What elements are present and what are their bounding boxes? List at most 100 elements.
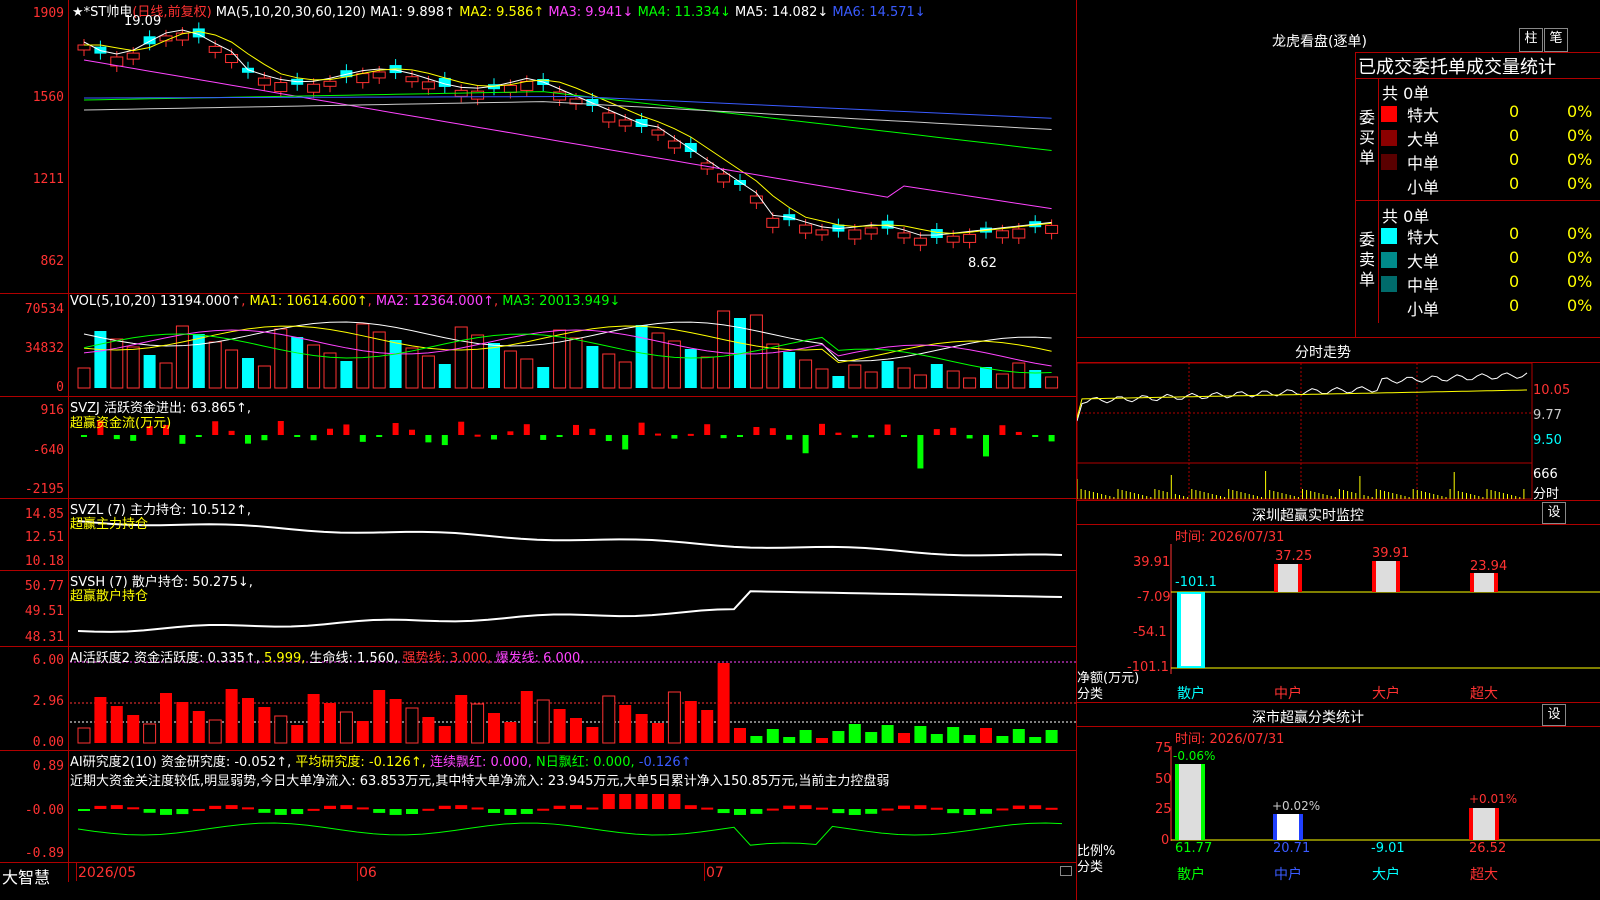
x-label: 2026/05 xyxy=(78,865,137,881)
main-kline-panel[interactable]: ★*ST帅电(日线,前复权) MA(5,10,20,30,60,120) MA1… xyxy=(0,0,1076,293)
candle xyxy=(897,232,911,239)
activity-bar xyxy=(734,728,746,743)
activity-bar xyxy=(307,694,320,743)
activity-bar xyxy=(488,713,500,743)
volume-chart[interactable] xyxy=(0,294,1076,396)
x-label: 07 xyxy=(706,865,724,881)
flow-bar xyxy=(179,435,186,444)
buy-order-label: 委买单 xyxy=(1359,108,1376,167)
activity-bar xyxy=(816,738,828,743)
x-label: 06 xyxy=(359,865,377,881)
research-bar xyxy=(898,805,910,809)
flow-bar xyxy=(540,435,547,440)
volume-bar xyxy=(995,373,1009,389)
y-tick: 862 xyxy=(40,254,64,269)
sz-bar xyxy=(1474,573,1494,592)
price-line xyxy=(1077,372,1528,422)
buy-color-swatch xyxy=(1381,178,1397,194)
activity-bar xyxy=(324,703,336,743)
brand-logo: 大智慧 xyxy=(2,868,51,887)
flow-bar xyxy=(901,435,907,437)
sell-order-label: 委卖单 xyxy=(1359,230,1376,289)
flow-bar xyxy=(130,435,137,441)
volume-bar xyxy=(1012,362,1026,389)
candle xyxy=(766,217,780,228)
ss-y: 75 xyxy=(1155,741,1172,756)
volume-bar xyxy=(77,367,91,389)
candle xyxy=(307,83,321,93)
y-tick: 2.96 xyxy=(32,694,64,709)
right-panel: 龙虎看盘(逐单) 柱 笔 已成交委托单成交量统计 委买单 共 0单 委卖单 共 … xyxy=(1077,0,1600,900)
research-avg-line xyxy=(77,822,1063,846)
activity-bar xyxy=(586,727,599,743)
kline-chart[interactable] xyxy=(0,0,1076,293)
ss-stats-title: 深市超赢分类统计 xyxy=(1252,710,1364,726)
buy-color-swatch xyxy=(1381,154,1397,170)
sz-y: 39.91 xyxy=(1133,555,1171,570)
sell-row-name: 特大 xyxy=(1407,228,1440,247)
activity-bar xyxy=(914,726,927,743)
research-bar xyxy=(455,805,468,809)
candle xyxy=(421,81,435,90)
ai-activity-v2: 5.999, xyxy=(264,651,306,666)
activity-bar xyxy=(192,711,205,743)
flow-bar xyxy=(409,429,415,435)
flow-bar xyxy=(81,435,87,437)
ma5-value: MA5: 14.082↓ xyxy=(734,5,829,20)
volume-bar xyxy=(848,364,862,389)
tick-mode-button[interactable]: 笔 xyxy=(1544,28,1568,52)
sell-row-count: 0 xyxy=(1509,296,1520,315)
research-bar xyxy=(848,809,861,815)
ss-category: 超大 xyxy=(1470,867,1498,883)
ss-bar xyxy=(1277,814,1299,840)
y-tick: 1211 xyxy=(32,172,64,187)
activity-bar xyxy=(422,717,435,743)
activity-bar xyxy=(258,707,271,743)
ai-activity-panel[interactable]: AI活跃度2 资金活跃度: 0.335↑, 5.999, 生命线: 1.560,… xyxy=(0,647,1076,750)
svzl-panel[interactable]: SVZL (7) 主力持仓: 10.512↑, 超赢主力持仓 14.85 12.… xyxy=(0,499,1076,570)
research-bar xyxy=(258,809,271,813)
y-tick: -640 xyxy=(32,443,64,458)
svzj-panel[interactable]: SVZJ 活跃资金进出: 63.865↑, 超赢资金流(万元) 916 -640… xyxy=(0,397,1076,498)
flow-bar xyxy=(523,424,530,435)
ss-y: 0 xyxy=(1161,833,1170,848)
svsh-panel[interactable]: SVSH (7) 散户持仓: 50.275↓, 超赢散户持仓 50.77 49.… xyxy=(0,571,1076,646)
sz-bar-label: 39.91 xyxy=(1372,546,1410,561)
bar-mode-button[interactable]: 柱 xyxy=(1519,28,1543,52)
volume-bar xyxy=(537,367,550,388)
ss-category: 散户 xyxy=(1177,867,1205,883)
volume-bar xyxy=(1045,376,1059,389)
sz-settings-button[interactable]: 设 xyxy=(1542,502,1566,524)
research-bar xyxy=(652,794,664,809)
flow-bar xyxy=(474,434,481,437)
research-bar xyxy=(340,805,353,809)
buy-row-count: 0 xyxy=(1509,102,1520,121)
lock-icon[interactable] xyxy=(1060,866,1072,876)
candle xyxy=(635,119,648,127)
research-bar xyxy=(307,808,320,811)
ss-settings-button[interactable]: 设 xyxy=(1542,704,1566,726)
research-bar xyxy=(242,807,254,810)
svzj-sub: 超赢资金流(万元) xyxy=(70,416,172,431)
volume-bar xyxy=(586,346,599,388)
activity-bar xyxy=(865,732,878,743)
sz-monitor-chart[interactable] xyxy=(1077,524,1600,702)
intraday-chart[interactable] xyxy=(1077,363,1600,500)
volume-bar xyxy=(553,329,567,389)
ai-research-panel[interactable]: AI研究度2(10) 资金研究度: -0.052↑, 平均研究度: -0.126… xyxy=(0,751,1076,862)
sz-category: 散户 xyxy=(1177,686,1205,702)
activity-bar xyxy=(553,709,566,743)
activity-bar xyxy=(832,731,845,743)
buy-row-percent: 0% xyxy=(1567,150,1593,169)
y-tick: 34832 xyxy=(24,341,64,356)
activity-bar xyxy=(127,715,140,743)
ma6-value: MA6: 14.571↓ xyxy=(832,5,926,20)
flow-bar xyxy=(802,435,809,454)
y-tick: 1560 xyxy=(32,90,64,105)
flow-bar xyxy=(769,428,776,435)
volume-bar xyxy=(602,353,616,389)
svzl-sub: 超赢主力持仓 xyxy=(70,517,149,532)
activity-bar xyxy=(225,689,238,743)
volume-panel[interactable]: VOL(5,10,20) 13194.000↑, MA1: 10614.600↑… xyxy=(0,294,1076,396)
flow-bar xyxy=(835,432,842,435)
